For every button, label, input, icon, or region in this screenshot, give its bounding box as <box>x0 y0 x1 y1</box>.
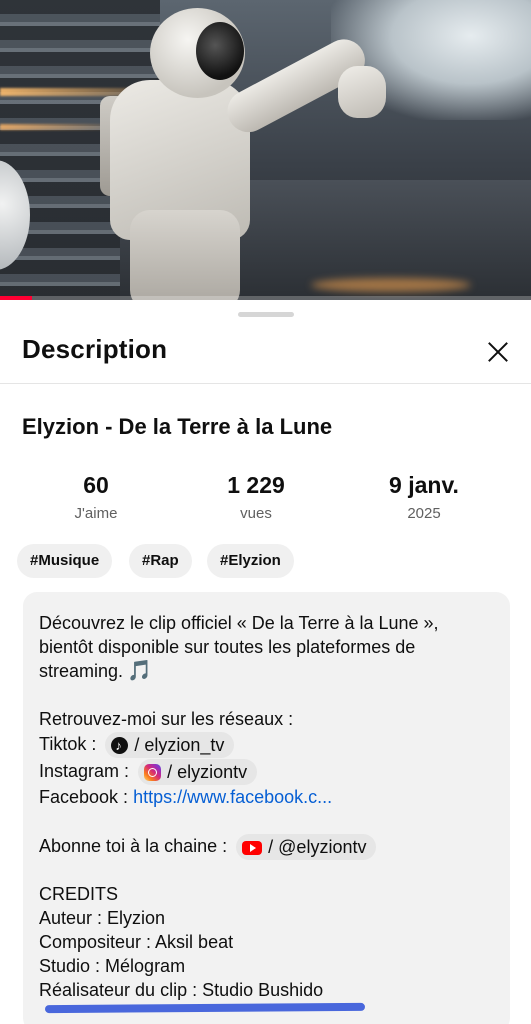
sheet-header: Description <box>0 322 531 384</box>
facebook-line: Facebook : https://www.facebook.c... <box>39 785 332 809</box>
video-title: Elyzion - De la Terre à la Lune <box>22 414 333 439</box>
credit-director: Réalisateur du clip : Studio Bushido <box>39 980 324 1000</box>
facebook-label: Facebook : <box>39 787 129 807</box>
description-intro-line-2: bientôt disponible sur toutes les platef… <box>39 637 416 657</box>
description-sheet: Description Elyzion - De la Terre à la L… <box>0 300 531 1024</box>
instagram-handle: / elyziontv <box>167 762 248 783</box>
views-count: 1 229 <box>227 472 285 498</box>
instagram-icon <box>144 764 162 781</box>
youtube-handle: / @elyziontv <box>268 837 367 858</box>
video-glow <box>311 278 471 292</box>
publish-date: 9 janv. <box>389 472 459 498</box>
hashtag-rap[interactable]: #Rap <box>129 544 192 578</box>
astronaut-legs <box>130 210 240 300</box>
views-label: vues <box>240 505 272 522</box>
description-box: Découvrez le clip officiel « De la Terre… <box>23 592 510 1024</box>
credit-author: Auteur : Elyzion <box>39 908 166 928</box>
astronaut-glove <box>338 66 386 118</box>
credits-heading: CREDITS <box>39 884 119 904</box>
credit-studio: Studio : Mélogram <box>39 956 186 976</box>
youtube-chip[interactable]: / @elyziontv <box>236 834 377 861</box>
tiktok-icon <box>111 733 129 759</box>
hashtag-musique[interactable]: #Musique <box>17 544 113 578</box>
subscribe-line: Abonne toi à la chaine : / @elyziontv <box>39 834 377 861</box>
tiktok-chip[interactable]: / elyzion_tv <box>105 732 235 759</box>
instagram-line: Instagram : / elyziontv <box>39 759 258 786</box>
music-note-icon: 🎵 <box>127 660 152 682</box>
youtube-icon <box>242 840 263 855</box>
instagram-chip[interactable]: / elyziontv <box>138 759 258 786</box>
video-light-strip <box>0 124 110 130</box>
views-stat: 1 229 vues <box>176 472 336 522</box>
description-intro-text: streaming. <box>39 661 124 681</box>
hashtag-elyzion[interactable]: #Elyzion <box>207 544 294 578</box>
likes-count: 60 <box>83 472 109 498</box>
credit-composer: Compositeur : Aksil beat <box>39 932 234 952</box>
socials-heading: Retrouvez-moi sur les réseaux : <box>39 709 294 729</box>
sheet-title: Description <box>22 334 168 364</box>
close-icon[interactable] <box>480 334 516 370</box>
description-intro-line-3: streaming. 🎵 <box>39 659 152 683</box>
date-stat: 9 janv. 2025 <box>344 472 504 522</box>
tiktok-handle: / elyzion_tv <box>134 735 225 756</box>
tiktok-line: Tiktok : / elyzion_tv <box>39 732 235 759</box>
instagram-label: Instagram : <box>39 761 130 781</box>
facebook-link[interactable]: https://www.facebook.c... <box>133 787 332 807</box>
video-player[interactable] <box>0 0 531 300</box>
drag-handle[interactable] <box>238 312 294 317</box>
description-intro-line-1: Découvrez le clip officiel « De la Terre… <box>39 613 439 633</box>
video-stats: 60 J'aime 1 229 vues 9 janv. 2025 <box>0 472 531 532</box>
publish-year: 2025 <box>407 505 441 522</box>
likes-stat: 60 J'aime <box>16 472 176 522</box>
likes-label: J'aime <box>74 505 118 522</box>
astronaut-visor <box>196 22 244 80</box>
subscribe-label: Abonne toi à la chaine : <box>39 836 228 856</box>
tiktok-label: Tiktok : <box>39 734 97 754</box>
